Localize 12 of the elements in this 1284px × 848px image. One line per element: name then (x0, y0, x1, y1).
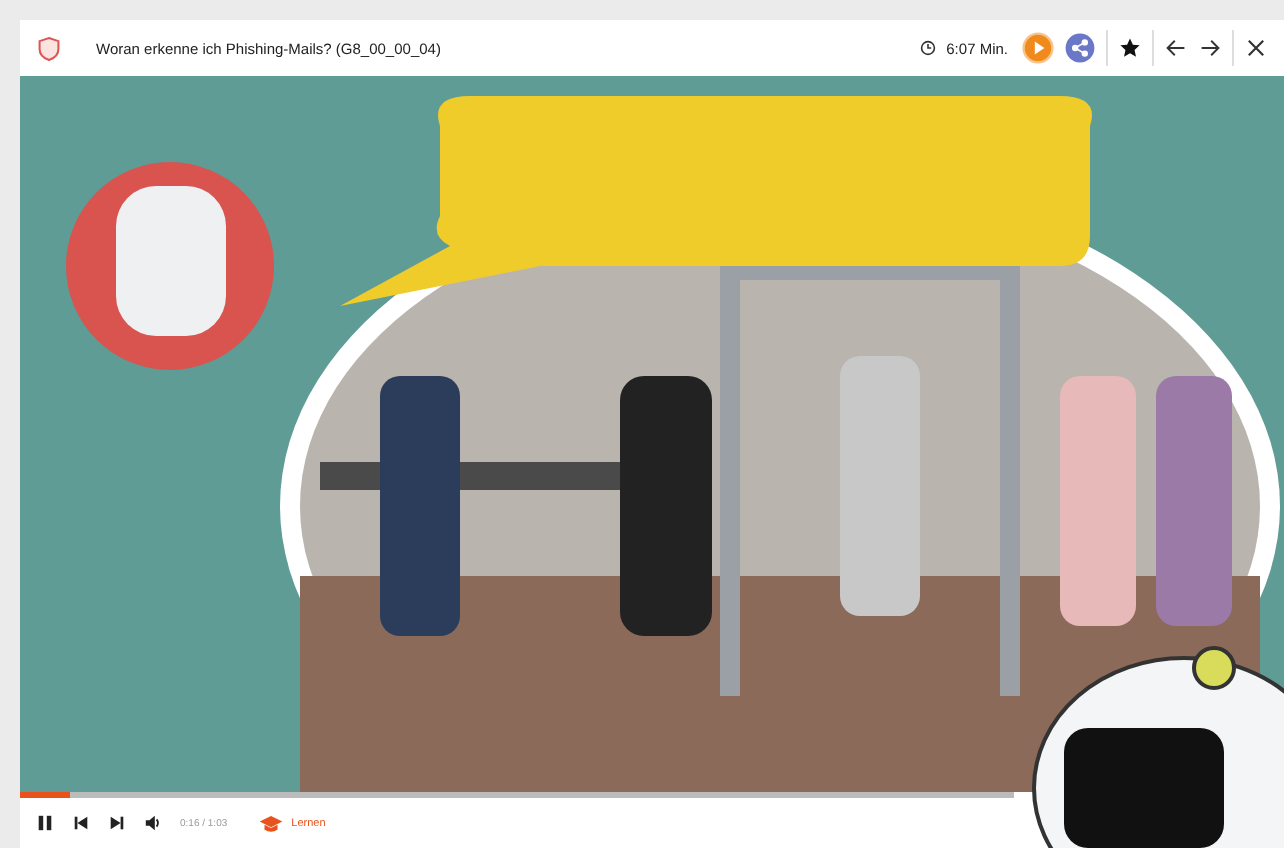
close-icon[interactable] (1244, 36, 1268, 60)
graduation-cap-icon (257, 813, 284, 833)
star-icon[interactable] (1118, 36, 1142, 60)
share-icon[interactable] (1064, 32, 1096, 64)
next-icon[interactable] (108, 814, 126, 832)
previous-icon[interactable] (72, 814, 90, 832)
back-arrow-icon[interactable] (1164, 36, 1188, 60)
clock-icon (920, 40, 937, 56)
pause-icon[interactable] (36, 814, 54, 832)
volume-icon[interactable] (144, 814, 162, 832)
forward-arrow-icon[interactable] (1198, 36, 1222, 60)
shield-icon (38, 35, 60, 61)
